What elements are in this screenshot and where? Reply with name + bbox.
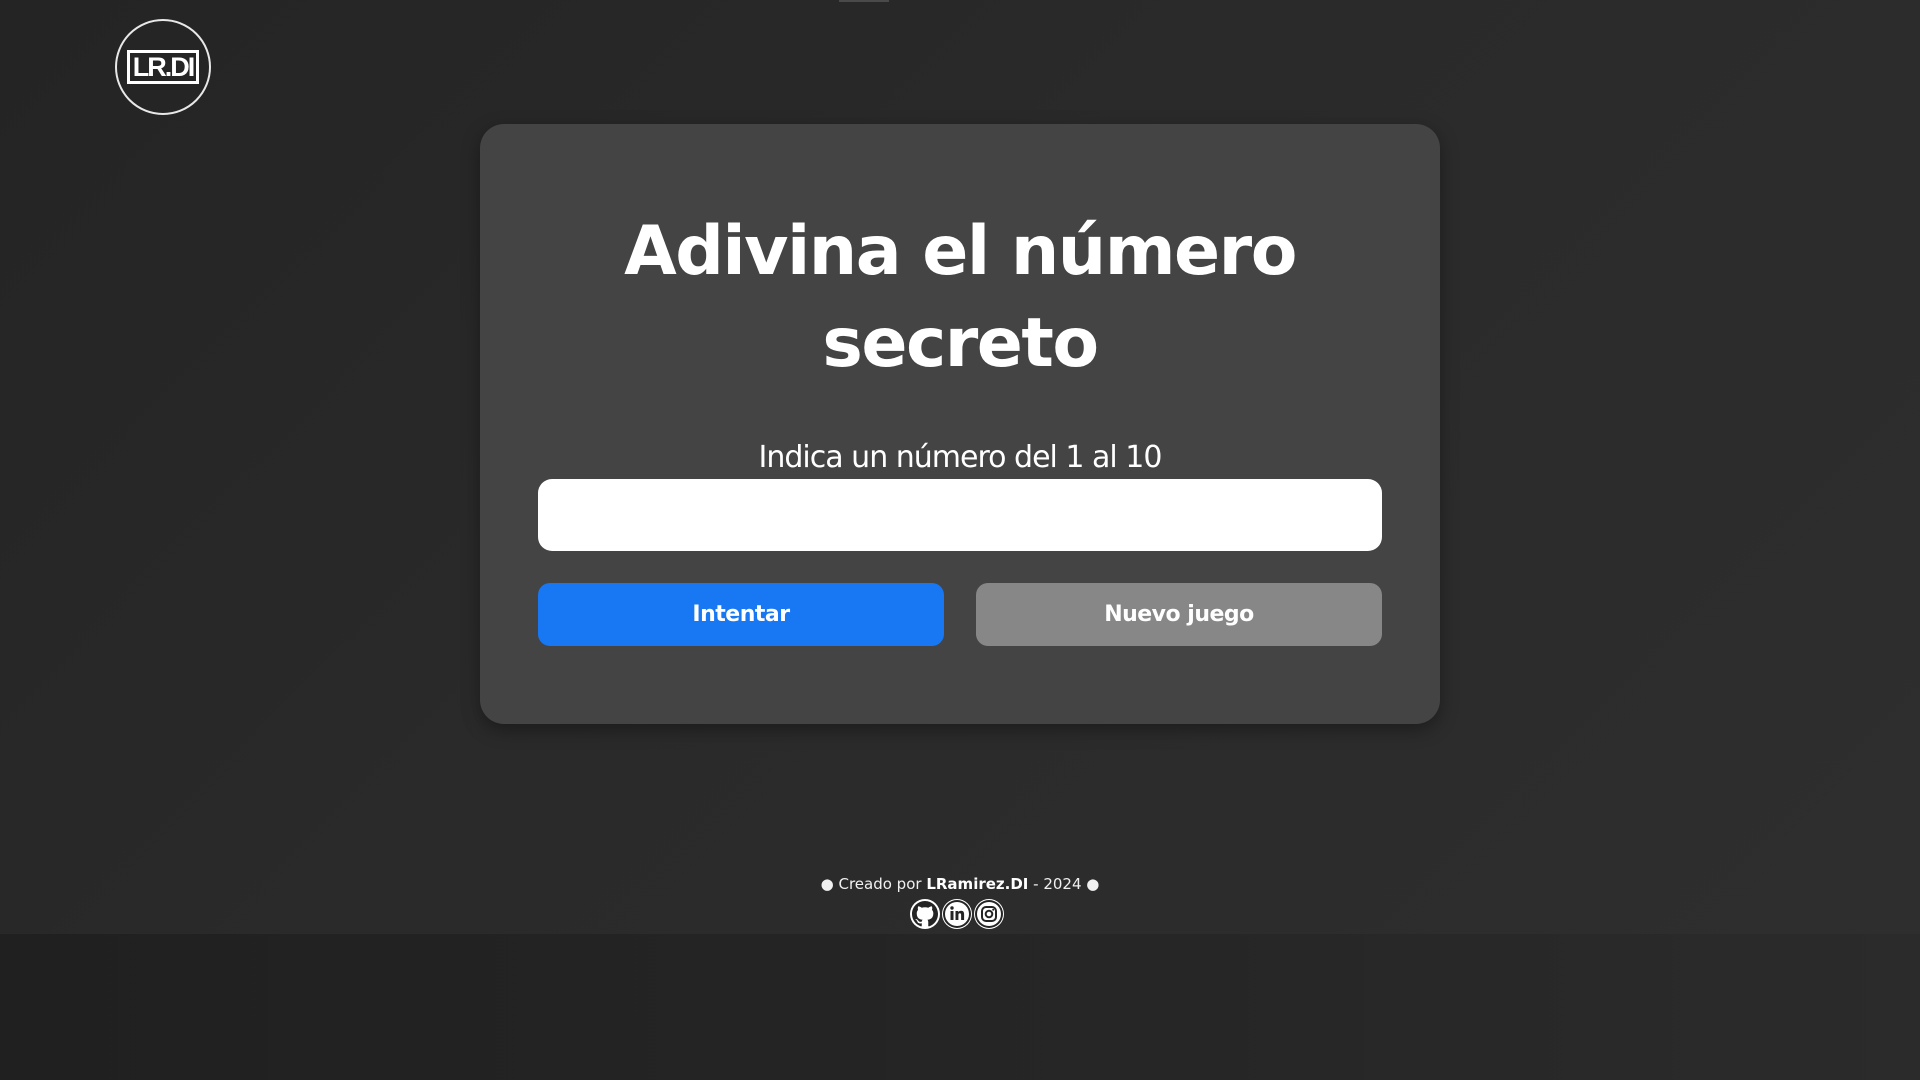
top-indicator (839, 0, 889, 2)
footer-year: - 2024 ● (1028, 875, 1100, 893)
logo[interactable]: LR.DI (115, 19, 211, 115)
instagram-glyph (975, 900, 1003, 928)
instagram-icon[interactable] (974, 899, 1004, 929)
linkedin-glyph (943, 900, 971, 928)
guess-input[interactable] (538, 479, 1382, 551)
title-line-2: secreto (822, 304, 1099, 383)
logo-text: LR.DI (126, 50, 200, 84)
footer-author: LRamirez.DI (926, 875, 1029, 893)
github-glyph (912, 901, 938, 927)
page-title: Adivina el número secreto (0, 206, 1920, 390)
social-links (910, 899, 1010, 931)
linkedin-icon[interactable] (942, 899, 972, 929)
prompt-label: Indica un número del 1 al 10 (758, 440, 1163, 475)
title-line-1: Adivina el número (624, 212, 1297, 291)
footer-prefix: ● Creado por (820, 875, 927, 893)
github-icon[interactable] (910, 899, 940, 929)
try-button[interactable]: Intentar (538, 583, 944, 646)
new-game-button[interactable]: Nuevo juego (976, 583, 1382, 646)
page-lower-background (0, 934, 1920, 1080)
footer-credit: ● Creado por LRamirez.DI - 2024 ● (0, 873, 1920, 895)
